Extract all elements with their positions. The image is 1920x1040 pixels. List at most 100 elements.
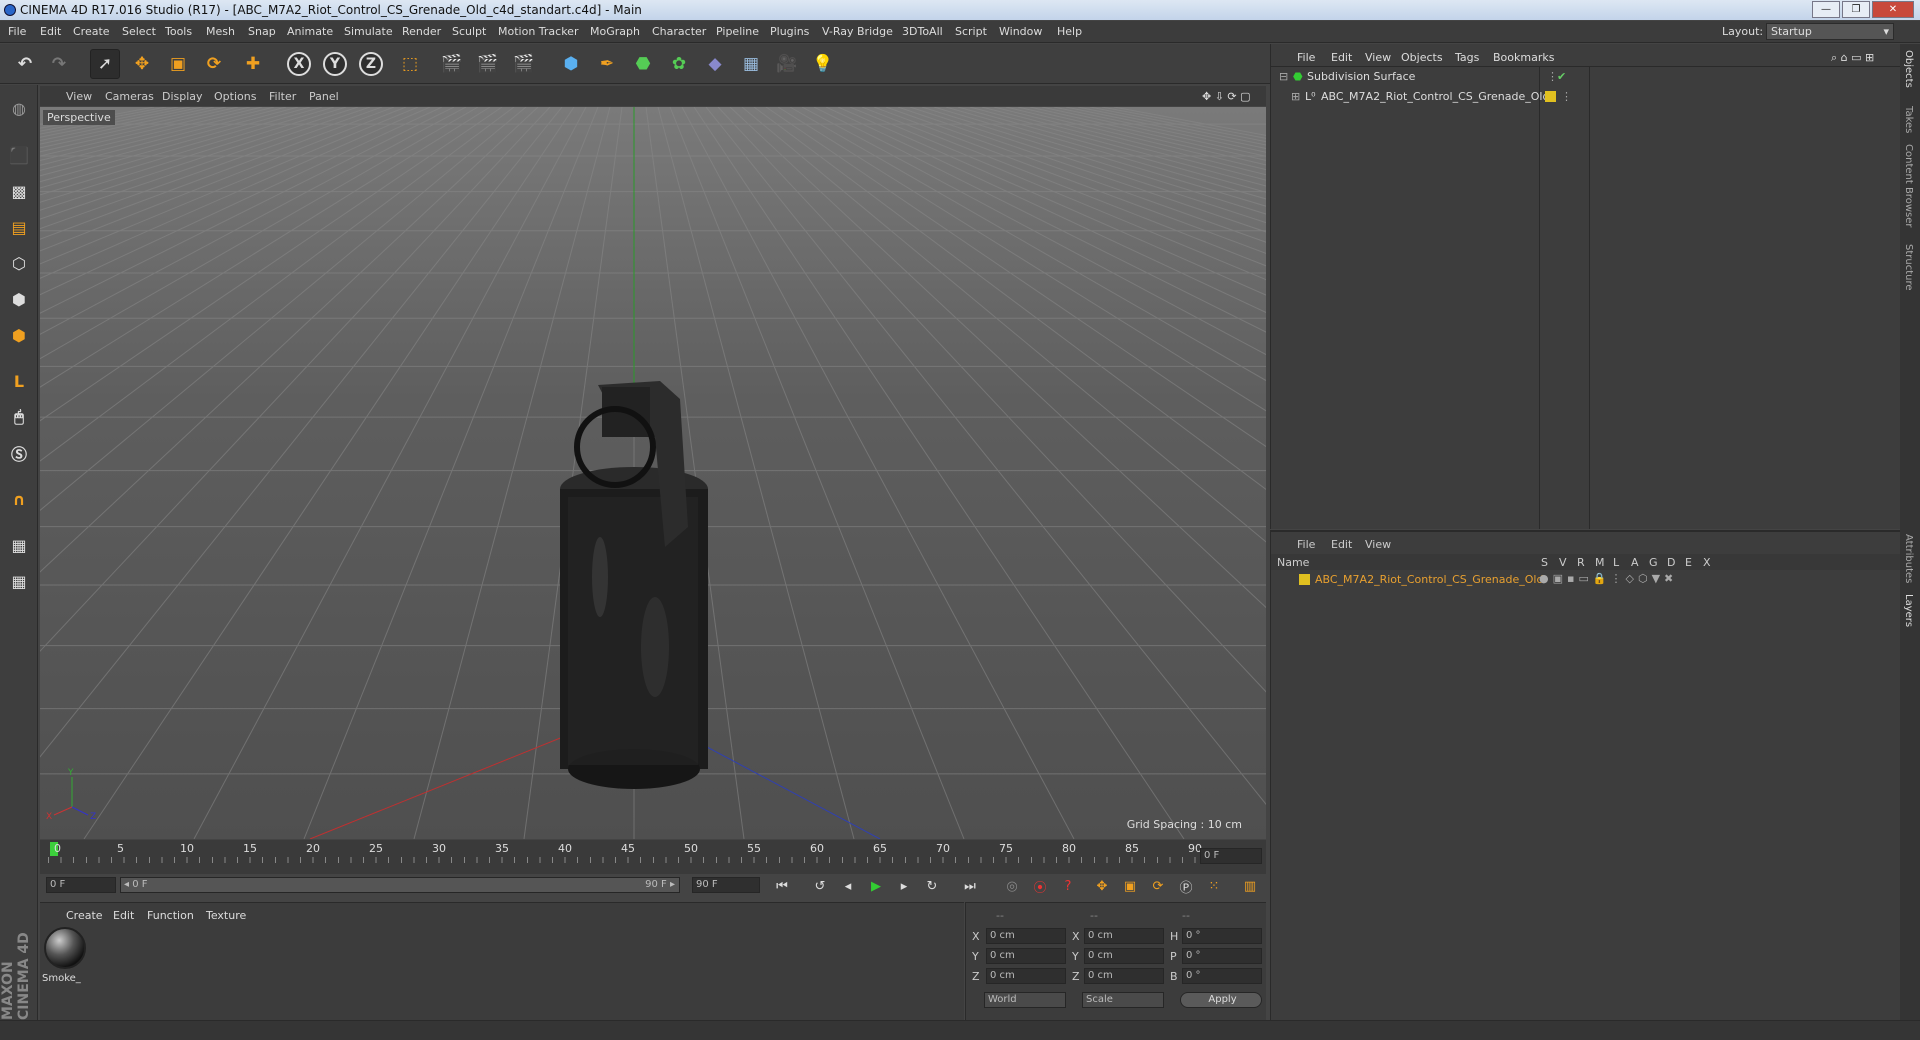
position-z-field[interactable]: 0 cm (986, 968, 1066, 984)
camera-icon[interactable]: 🎥 (772, 49, 802, 79)
tab-layers[interactable]: Layers (1903, 594, 1914, 627)
model-mode-icon[interactable]: ⬛ (4, 140, 34, 170)
menu-pipeline[interactable]: Pipeline (716, 25, 759, 38)
maximize-button[interactable]: ❐ (1842, 1, 1870, 18)
material-menu-texture[interactable]: Texture (206, 909, 246, 922)
magnet-icon[interactable]: ∩ (4, 484, 34, 514)
object-row[interactable]: ⊟ ⬣ Subdivision Surface ⋮ ✔ (1275, 70, 1895, 86)
tab-objects[interactable]: Objects (1903, 50, 1914, 88)
viewport-menu-view[interactable]: View (66, 90, 92, 103)
key-parameter-icon[interactable]: Ⓟ (1174, 874, 1198, 898)
material-menu-create[interactable]: Create (66, 909, 103, 922)
timeline-window-icon[interactable]: ▥ (1238, 874, 1262, 898)
material-menu-function[interactable]: Function (147, 909, 194, 922)
scale-tool-icon[interactable]: ▣ (163, 49, 193, 79)
make-editable-icon[interactable]: ◍ (4, 93, 34, 123)
size-y-field[interactable]: 0 cm (1084, 948, 1164, 964)
mograph-cloner-icon[interactable]: ✿ (664, 49, 694, 79)
menu-window[interactable]: Window (999, 25, 1042, 38)
visibility-dots-icon[interactable]: ⋮ (1561, 90, 1572, 103)
menu-snap[interactable]: Snap (248, 25, 276, 38)
rotation-b-field[interactable]: 0 ° (1182, 968, 1262, 984)
tweak-mode-icon[interactable]: 🖱 (4, 402, 34, 432)
render-view-icon[interactable]: 🎬 (437, 49, 467, 79)
object-menu-bookmarks[interactable]: Bookmarks (1493, 51, 1554, 64)
layer-col-render[interactable]: R (1577, 556, 1585, 569)
tab-content-browser[interactable]: Content Browser (1903, 144, 1914, 227)
layer-col-deformers[interactable]: D (1667, 556, 1675, 569)
menu-script[interactable]: Script (955, 25, 987, 38)
menu-mograph[interactable]: MoGraph (590, 25, 640, 38)
size-x-field[interactable]: 0 cm (1084, 928, 1164, 944)
object-search-icon[interactable]: ⌕ ⌂ ▭ ⊞ (1831, 51, 1874, 65)
viewport-menu-cameras[interactable]: Cameras (105, 90, 154, 103)
workplane-rotate-icon[interactable]: ▦ (4, 566, 34, 596)
layer-col-expressions[interactable]: E (1685, 556, 1692, 569)
layer-col-manager[interactable]: M (1595, 556, 1605, 569)
layer-menu-view[interactable]: View (1365, 538, 1391, 551)
timeline-ruler[interactable]: 0 5 10 15 20 25 30 35 40 45 50 55 60 65 70 75 80 85 90 0 F (40, 840, 1266, 874)
layer-color-swatch[interactable] (1299, 574, 1310, 585)
layer-menu-edit[interactable]: Edit (1331, 538, 1352, 551)
end-frame-field[interactable]: 90 F (692, 877, 760, 893)
layer-color-swatch[interactable] (1545, 91, 1556, 102)
lock-z-button[interactable]: Z (356, 49, 386, 79)
undo-icon[interactable]: ↶ (10, 49, 40, 79)
menu-edit[interactable]: Edit (40, 25, 61, 38)
layer-col-animation[interactable]: A (1631, 556, 1639, 569)
go-to-end-icon[interactable]: ⏭ (958, 874, 982, 898)
texture-mode-icon[interactable]: ▩ (4, 176, 34, 206)
position-x-field[interactable]: 0 cm (986, 928, 1066, 944)
current-frame-field[interactable]: 0 F (1200, 848, 1262, 864)
object-menu-tags[interactable]: Tags (1455, 51, 1479, 64)
material-thumbnail[interactable] (44, 927, 86, 969)
add-object-icon[interactable]: ✚ (238, 49, 268, 79)
menu-mesh[interactable]: Mesh (206, 25, 235, 38)
polygons-mode-icon[interactable]: ⬢ (4, 320, 34, 350)
select-pointer-icon[interactable]: ➚ (90, 49, 120, 79)
workplane-lock-icon[interactable]: ▦ (4, 530, 34, 560)
layer-col-locked[interactable]: L (1613, 556, 1619, 569)
viewport-nav-icons[interactable]: ✥ ⇩ ⟳ ▢ (1202, 90, 1251, 103)
key-position-icon[interactable]: ✥ (1090, 874, 1114, 898)
menu-tools[interactable]: Tools (165, 25, 192, 38)
rotation-h-field[interactable]: 0 ° (1182, 928, 1262, 944)
layer-menu-file[interactable]: File (1297, 538, 1315, 551)
cube-primitive-icon[interactable]: ⬢ (556, 49, 586, 79)
tree-collapse-icon[interactable]: ⊟ (1279, 70, 1288, 83)
key-rotation-icon[interactable]: ⟳ (1146, 874, 1170, 898)
spline-pen-icon[interactable]: ✒ (592, 49, 622, 79)
size-mode-dropdown[interactable]: Scale (1082, 992, 1164, 1008)
viewport-menu-display[interactable]: Display (162, 90, 203, 103)
3d-viewport[interactable]: Y X Z Perspective Grid Spacing : 10 cm (40, 107, 1266, 839)
rotation-p-field[interactable]: 0 ° (1182, 948, 1262, 964)
axis-mode-icon[interactable]: L (4, 366, 34, 396)
key-pla-icon[interactable]: ⁙ (1202, 874, 1226, 898)
edges-mode-icon[interactable]: ⬢ (4, 284, 34, 314)
points-mode-icon[interactable]: ⬡ (4, 248, 34, 278)
layer-col-visible[interactable]: V (1559, 556, 1567, 569)
play-icon[interactable]: ▶ (864, 874, 888, 898)
layer-col-solo[interactable]: S (1541, 556, 1548, 569)
render-settings-icon[interactable]: 🎬 (509, 49, 539, 79)
record-motion-icon[interactable]: ◎ (1000, 874, 1024, 898)
object-row[interactable]: ⊞ L⁰ ABC_M7A2_Riot_Control_CS_Grenade_Ol… (1275, 90, 1895, 106)
previous-frame-icon[interactable]: ◂ (836, 874, 860, 898)
material-menu-edit[interactable]: Edit (113, 909, 134, 922)
position-y-field[interactable]: 0 cm (986, 948, 1066, 964)
snap-icon[interactable]: Ⓢ (4, 438, 34, 468)
menu-vray-bridge[interactable]: V-Ray Bridge (822, 25, 893, 38)
next-key-icon[interactable]: ↻ (920, 874, 944, 898)
tab-attributes[interactable]: Attributes (1903, 534, 1914, 583)
floor-scene-icon[interactable]: ▦ (736, 49, 766, 79)
menu-file[interactable]: File (8, 25, 26, 38)
tab-takes[interactable]: Takes (1903, 106, 1914, 133)
render-picture-viewer-icon[interactable]: 🎬 (473, 49, 503, 79)
key-scale-icon[interactable]: ▣ (1118, 874, 1142, 898)
close-button[interactable]: ✕ (1872, 1, 1914, 18)
menu-help[interactable]: Help (1057, 25, 1082, 38)
next-frame-icon[interactable]: ▸ (892, 874, 916, 898)
lock-x-button[interactable]: X (284, 49, 314, 79)
object-menu-edit[interactable]: Edit (1331, 51, 1352, 64)
layer-row[interactable]: ABC_M7A2_Riot_Control_CS_Grenade_Old ●▣▪… (1271, 572, 1901, 588)
